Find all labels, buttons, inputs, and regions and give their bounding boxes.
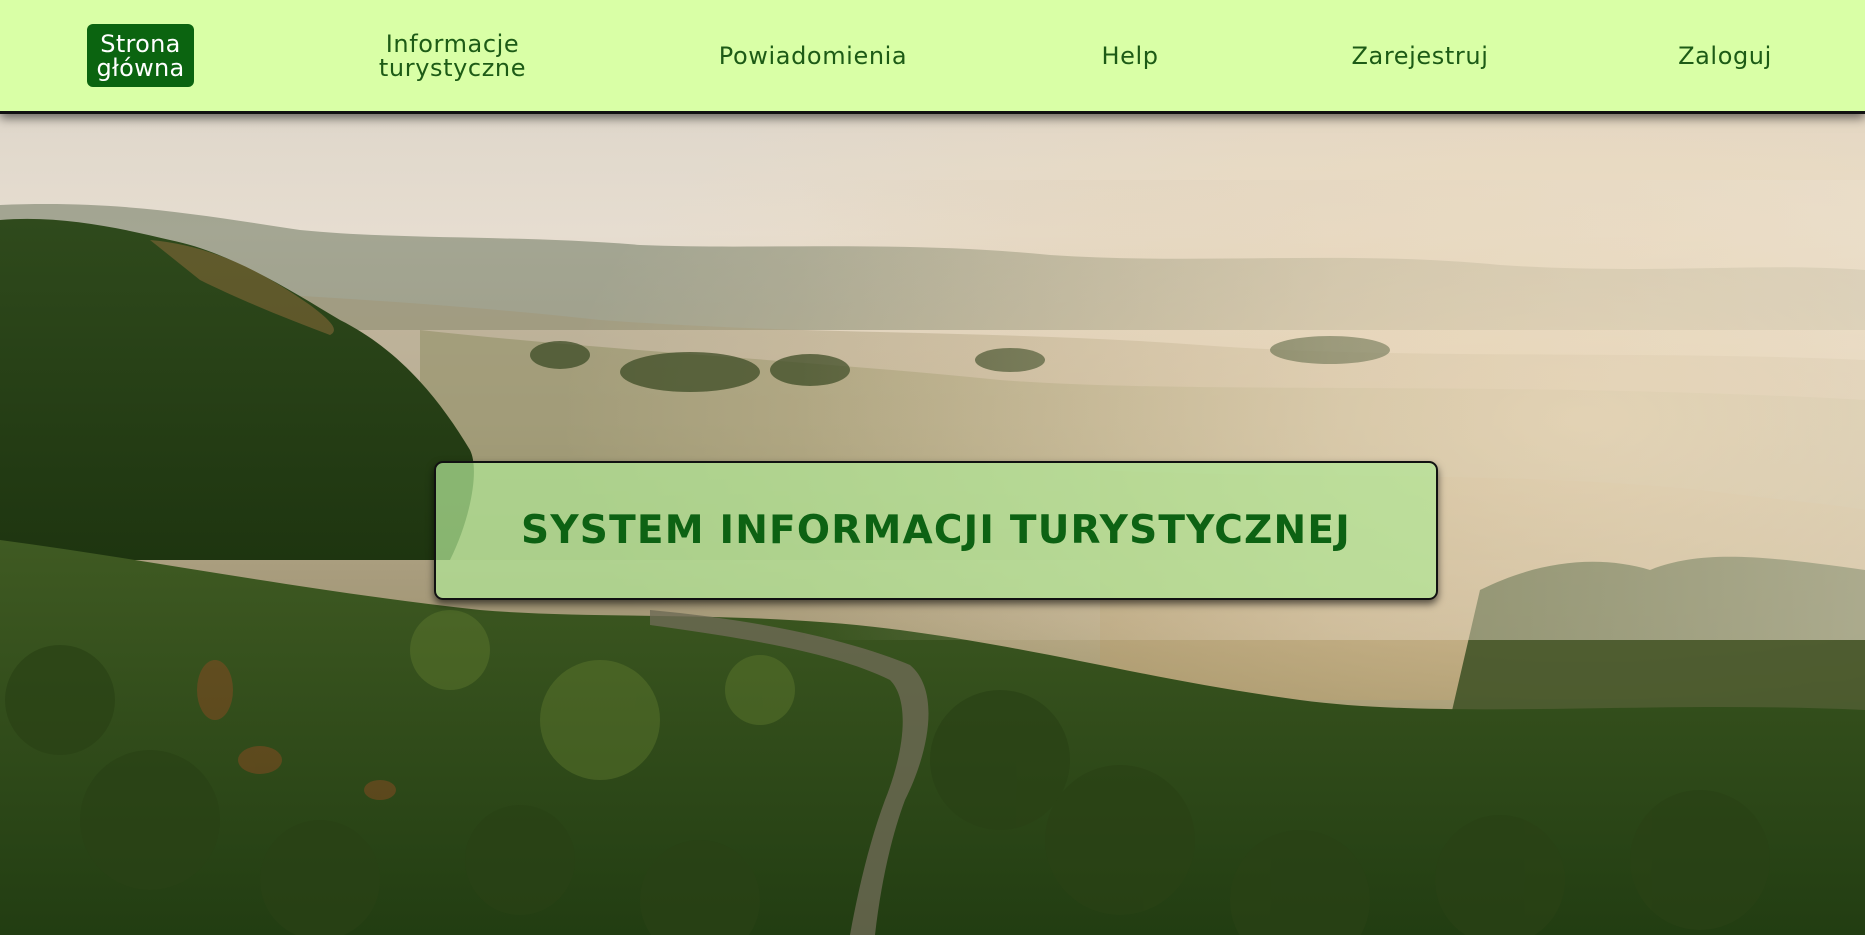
nav-notifications-link[interactable]: Powiadomienia [700, 0, 926, 111]
nav-help-label: Help [1101, 41, 1159, 70]
hero-title-banner: SYSTEM INFORMACJI TURYSTYCZNEJ [434, 461, 1438, 600]
nav-tourist-info-link[interactable]: Informacje turystyczne [350, 0, 555, 111]
hero-title: SYSTEM INFORMACJI TURYSTYCZNEJ [521, 508, 1351, 553]
nav-home-button[interactable]: Strona główna [87, 0, 194, 111]
page: Strona główna Informacje turystyczne Pow… [0, 0, 1865, 935]
nav-help-link[interactable]: Help [1080, 0, 1180, 111]
nav-login-label: Zaloguj [1678, 41, 1772, 70]
nav-register-label: Zarejestruj [1351, 41, 1489, 70]
nav-notifications-label: Powiadomienia [718, 41, 908, 70]
nav-login-link[interactable]: Zaloguj [1660, 0, 1790, 111]
top-navigation-bar: Strona główna Informacje turystyczne Pow… [0, 0, 1865, 111]
nav-home-active-pill[interactable]: Strona główna [87, 24, 194, 87]
nav-tourist-info-label: Informacje turystyczne [378, 29, 527, 82]
nav-register-link[interactable]: Zarejestruj [1330, 0, 1510, 111]
nav-home-label: Strona główna [96, 29, 185, 82]
